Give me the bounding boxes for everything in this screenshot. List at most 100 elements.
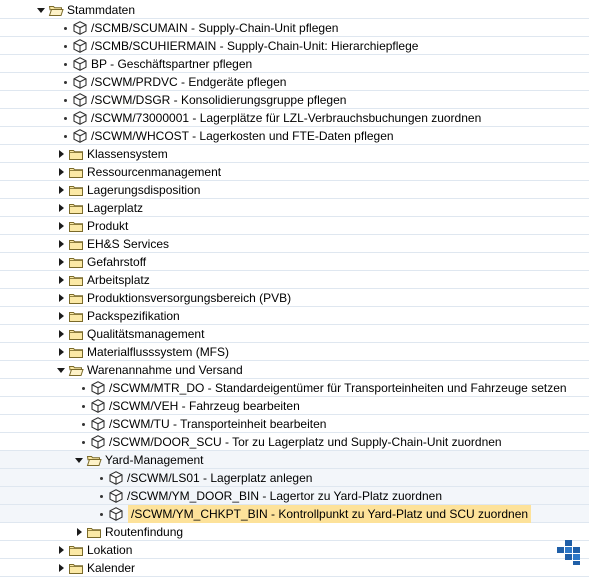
tree-row: Produkt xyxy=(0,217,589,235)
tree-row: BP - Geschäftspartner pflegen xyxy=(0,55,589,73)
tree-folder-label: Lokation xyxy=(87,543,133,557)
tree-folder-ressourcenmanagement[interactable]: Ressourcenmanagement xyxy=(56,163,221,181)
folder-open-icon xyxy=(86,452,102,468)
expand-arrow-icon[interactable] xyxy=(56,541,66,559)
tree-folder-label: Produktionsversorgungsbereich (PVB) xyxy=(87,291,292,305)
tree-folder-warenannahme[interactable]: Warenannahme und Versand xyxy=(56,361,243,379)
cube-icon xyxy=(72,92,88,108)
tree-item-ym-chkpt-bin[interactable]: /SCWM/YM_CHKPT_BIN - Kontrollpunkt zu Ya… xyxy=(96,505,532,523)
tree-folder-pvb[interactable]: Produktionsversorgungsbereich (PVB) xyxy=(56,289,291,307)
tree-item-label: /SCWM/TU - Transporteinheit bearbeiten xyxy=(109,417,327,431)
tree-item-door-scu[interactable]: /SCWM/DOOR_SCU - Tor zu Lagerplatz und S… xyxy=(78,433,502,451)
bullet-icon xyxy=(96,487,106,505)
tree-item-73000001[interactable]: /SCWM/73000001 - Lagerplätze für LZL-Ver… xyxy=(60,109,481,127)
tree-folder-gefahrstoff[interactable]: Gefahrstoff xyxy=(56,253,146,271)
tree-item-dsgr[interactable]: /SCWM/DSGR - Konsolidierungsgruppe pfleg… xyxy=(60,91,346,109)
tree-item-label: /SCWM/PRDVC - Endgeräte pflegen xyxy=(91,75,287,89)
tree-folder-lagerungsdisposition[interactable]: Lagerungsdisposition xyxy=(56,181,200,199)
tree-folder-kalender[interactable]: Kalender xyxy=(56,559,135,577)
tree-folder-label: Lagerplatz xyxy=(87,201,144,215)
tree-item-tu[interactable]: /SCWM/TU - Transporteinheit bearbeiten xyxy=(78,415,326,433)
tree-row: /SCWM/YM_DOOR_BIN - Lagertor zu Yard-Pla… xyxy=(0,487,589,505)
tree-folder-routenfindung[interactable]: Routenfindung xyxy=(74,523,183,541)
tree-row: /SCWM/73000001 - Lagerplätze für LZL-Ver… xyxy=(0,109,589,127)
cube-icon xyxy=(72,110,88,126)
tree-folder-yard-management[interactable]: Yard-Management xyxy=(74,451,204,469)
tree-row: Ressourcenmanagement xyxy=(0,163,589,181)
folder-icon xyxy=(68,236,84,252)
tree-folder-mfs[interactable]: Materialflusssystem (MFS) xyxy=(56,343,229,361)
folder-icon xyxy=(68,182,84,198)
bullet-icon xyxy=(78,379,88,397)
tree-row: Yard-Management xyxy=(0,451,589,469)
expand-arrow-icon[interactable] xyxy=(56,145,66,163)
tree-item-label: BP - Geschäftspartner pflegen xyxy=(91,57,253,71)
expand-arrow-icon[interactable] xyxy=(56,559,66,577)
expand-arrow-icon[interactable] xyxy=(56,235,66,253)
tree-item-ym-door-bin[interactable]: /SCWM/YM_DOOR_BIN - Lagertor zu Yard-Pla… xyxy=(96,487,442,505)
tree-row: Lagerungsdisposition xyxy=(0,181,589,199)
tree-folder-klassensystem[interactable]: Klassensystem xyxy=(56,145,168,163)
tree-folder-label: Warenannahme und Versand xyxy=(87,363,243,377)
tree-item-label: /SCWM/LS01 - Lagerplatz anlegen xyxy=(127,471,313,485)
tree-item-mtr-do[interactable]: /SCWM/MTR_DO - Standardeigentümer für Tr… xyxy=(78,379,567,397)
expand-arrow-icon[interactable] xyxy=(56,181,66,199)
tree-folder-label: Ressourcenmanagement xyxy=(87,165,222,179)
tree-folder-lokation[interactable]: Lokation xyxy=(56,541,132,559)
tree-row: Stammdaten xyxy=(0,1,589,19)
tree-folder-packspezifikation[interactable]: Packspezifikation xyxy=(56,307,180,325)
tree-row: Lagerplatz xyxy=(0,199,589,217)
tree-row: Arbeitsplatz xyxy=(0,271,589,289)
expand-arrow-icon[interactable] xyxy=(56,163,66,181)
tree-node-stammdaten[interactable]: Stammdaten xyxy=(36,1,135,19)
bullet-icon xyxy=(60,19,70,37)
tree-item-label: /SCWM/73000001 - Lagerplätze für LZL-Ver… xyxy=(91,111,482,125)
cube-icon xyxy=(90,380,106,396)
expand-arrow-icon[interactable] xyxy=(56,343,66,361)
expand-arrow-icon[interactable] xyxy=(74,523,84,541)
folder-open-icon xyxy=(68,362,84,378)
folder-icon xyxy=(68,344,84,360)
expand-arrow-icon[interactable] xyxy=(74,451,84,469)
tree-item-whcost[interactable]: /SCWM/WHCOST - Lagerkosten und FTE-Daten… xyxy=(60,127,394,145)
tree-row: Kalender xyxy=(0,559,589,577)
tree-item-label: /SCWM/DOOR_SCU - Tor zu Lagerplatz und S… xyxy=(109,435,502,449)
tree-row: EH&S Services xyxy=(0,235,589,253)
expand-arrow-icon[interactable] xyxy=(56,199,66,217)
bullet-icon xyxy=(78,415,88,433)
tree-item-bp[interactable]: BP - Geschäftspartner pflegen xyxy=(60,55,252,73)
bullet-icon xyxy=(60,37,70,55)
tree-item-label: /SCWM/WHCOST - Lagerkosten und FTE-Daten… xyxy=(91,129,394,143)
tree-item-label: /SCWM/VEH - Fahrzeug bearbeiten xyxy=(109,399,300,413)
tree-row: Materialflusssystem (MFS) xyxy=(0,343,589,361)
cube-icon xyxy=(90,398,106,414)
tree-folder-arbeitsplatz[interactable]: Arbeitsplatz xyxy=(56,271,150,289)
expand-arrow-icon[interactable] xyxy=(56,307,66,325)
tree-item-label: /SCWM/YM_DOOR_BIN - Lagertor zu Yard-Pla… xyxy=(127,489,442,503)
folder-icon xyxy=(68,254,84,270)
expand-arrow-icon[interactable] xyxy=(36,1,46,19)
tree-item-label-selected: /SCWM/YM_CHKPT_BIN - Kontrollpunkt zu Ya… xyxy=(128,505,532,523)
tree-row: /SCWM/WHCOST - Lagerkosten und FTE-Daten… xyxy=(0,127,589,145)
tree-folder-qualitaetsmanagement[interactable]: Qualitätsmanagement xyxy=(56,325,204,343)
tree-row: /SCWM/DOOR_SCU - Tor zu Lagerplatz und S… xyxy=(0,433,589,451)
tree-row: /SCWM/DSGR - Konsolidierungsgruppe pfleg… xyxy=(0,91,589,109)
tree-folder-produkt[interactable]: Produkt xyxy=(56,217,128,235)
tree-folder-label: Materialflusssystem (MFS) xyxy=(87,345,230,359)
tree-item-veh[interactable]: /SCWM/VEH - Fahrzeug bearbeiten xyxy=(78,397,300,415)
tree-folder-lagerplatz[interactable]: Lagerplatz xyxy=(56,199,143,217)
tree-folder-label: EH&S Services xyxy=(87,237,170,251)
expand-arrow-icon[interactable] xyxy=(56,361,66,379)
expand-arrow-icon[interactable] xyxy=(56,271,66,289)
expand-arrow-icon[interactable] xyxy=(56,217,66,235)
tree-item-ls01[interactable]: /SCWM/LS01 - Lagerplatz anlegen xyxy=(96,469,312,487)
expand-arrow-icon[interactable] xyxy=(56,253,66,271)
expand-arrow-icon[interactable] xyxy=(56,325,66,343)
tree-folder-label: Arbeitsplatz xyxy=(87,273,150,287)
tree-item-scuhiermain[interactable]: /SCMB/SCUHIERMAIN - Supply-Chain-Unit: H… xyxy=(60,37,418,55)
tree-item-scumain[interactable]: /SCMB/SCUMAIN - Supply-Chain-Unit pflege… xyxy=(60,19,338,37)
tree-item-prdvc[interactable]: /SCWM/PRDVC - Endgeräte pflegen xyxy=(60,73,286,91)
tree-folder-ehs-services[interactable]: EH&S Services xyxy=(56,235,169,253)
cube-icon xyxy=(72,56,88,72)
expand-arrow-icon[interactable] xyxy=(56,289,66,307)
